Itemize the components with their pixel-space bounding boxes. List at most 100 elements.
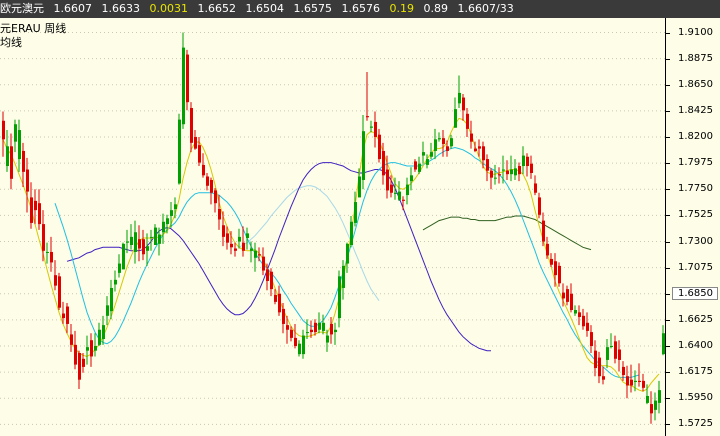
candle-body [550,258,553,265]
candle-body [366,116,369,118]
candle-body [382,150,385,176]
y-tick-mark [666,189,670,191]
volume-value: 0.89 [423,2,449,15]
candle-body [602,376,605,380]
candle-body [186,54,189,103]
candle-body [298,343,301,355]
y-tick-label: 1.6625 [678,313,713,325]
candle-body [182,47,185,125]
candle-body [518,166,521,175]
candlestick-chart[interactable] [0,18,666,436]
candle-body [266,269,269,281]
candle-body [486,159,489,171]
candle-body [218,209,221,220]
candle-body [434,139,437,151]
candle-body [470,133,473,142]
candle-body [46,251,49,253]
candle-body [450,138,453,147]
candle-body [58,276,61,308]
candle-body [558,265,561,284]
y-tick-mark [666,58,670,60]
y-tick-mark [666,346,670,347]
candle-body [322,322,325,331]
y-tick-label: 1.7075 [678,261,713,273]
candle-body [242,242,245,251]
candle-body [86,347,89,351]
chart-area[interactable]: 元ERAU 周线 均线 [0,18,666,436]
high-value: 1.6633 [101,2,141,15]
candle-body [650,404,653,414]
y-tick-label: 1.7975 [678,157,713,169]
y-tick-mark [666,293,670,295]
candle-body [150,236,153,238]
candle-body [126,241,129,243]
candle-body [626,376,629,386]
candle-body [402,199,405,201]
candle-body [26,169,29,192]
y-tick-label: 1.8425 [678,104,713,116]
candle-body [174,204,177,210]
y-tick-mark [666,319,670,321]
candle-body [106,305,109,316]
candle-body [90,340,93,357]
y-tick-mark [666,241,670,243]
candle-body [110,287,113,312]
candle-body [642,380,645,388]
candle-body [70,334,73,345]
y-tick-label: 1.8200 [678,131,713,142]
candle-body [606,347,609,360]
candle-body [622,366,625,376]
candle-body [426,159,429,165]
percent-value: 0.19 [389,2,415,15]
candle-body [346,243,349,264]
candle-body [482,146,485,161]
y-tick-label: 1.7525 [678,209,713,221]
low-value: 1.6652 [197,2,237,15]
candle-body [82,358,85,367]
candle-body [98,329,101,345]
close-value: 1.6504 [245,2,285,15]
candle-body [238,236,241,242]
candle-body [574,310,577,314]
candle-body [294,337,297,347]
quote-bar: 欧元澳元 1.6607 1.6633 0.0031 1.6652 1.6504 … [0,0,720,18]
change-value: 0.0031 [149,2,189,15]
price-axis[interactable]: 1.9100 1.8875 1.8650 1.8425 1.8200 1.7975 1.77… [666,18,720,436]
candle-body [118,263,121,273]
candle-body [290,329,293,338]
candle-body [390,184,393,193]
candle-body [142,239,145,255]
candle-body [538,197,541,215]
candle-body [334,329,337,333]
y-tick-label: 1.5725 [678,418,713,430]
y-tick-label: 1.9100 [678,26,713,38]
candle-body [94,346,97,351]
y-tick-label: 1.6850 [678,287,713,299]
candle-body [222,225,225,237]
candle-body [394,192,397,194]
chart-window: 欧元澳元 1.6607 1.6633 0.0031 1.6652 1.6504 … [0,0,720,436]
candle-body [658,390,661,403]
candle-body [362,131,365,180]
candle-body [146,246,149,251]
candle-body [206,176,209,186]
candle-body [526,156,529,167]
candle-body [66,306,69,324]
candle-body [130,236,133,245]
open-value: 1.6607 [53,2,93,15]
candle-body [630,379,633,386]
candle-body [250,248,253,251]
candle-body [350,221,353,245]
y-tick-mark [666,424,670,426]
y-tick-mark [666,137,670,138]
y-tick-label: 1.8650 [678,78,713,90]
candle-body [498,174,501,176]
candle-body [534,183,537,193]
candle-body [14,124,17,142]
candle-body [418,163,421,172]
candle-body [166,218,169,225]
candle-body [506,170,509,175]
candle-body [438,138,441,140]
candle-body [502,169,505,171]
ma-fast-line [2,117,660,392]
